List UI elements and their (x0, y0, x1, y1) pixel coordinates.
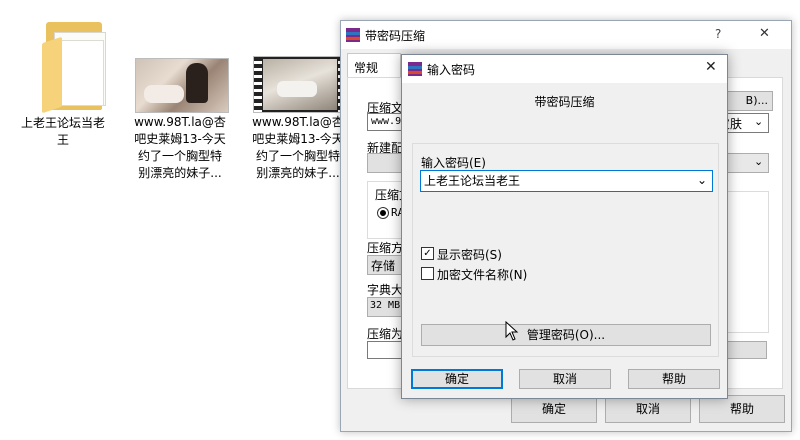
dictionary-size-select[interactable]: 32 MB (367, 297, 405, 317)
video-item-2[interactable]: www.98T.la@杏 吧史莱姆13-今天 约了一个胸型特 别漂亮的妹子... (243, 0, 353, 185)
video-label-line: 别漂亮的妹子... (256, 166, 340, 180)
archive-dialog-titlebar: 带密码压缩 ? ✕ (341, 21, 791, 49)
chevron-down-icon: ⌄ (754, 115, 764, 128)
folder-icon (8, 0, 118, 115)
chevron-down-icon: ⌄ (754, 155, 764, 168)
compression-method-select[interactable]: 存储 (367, 255, 405, 275)
help-icon[interactable]: ? (715, 27, 721, 41)
password-input-value: 上老王论坛当老王 (424, 174, 521, 188)
chevron-down-icon[interactable]: ⌄ (697, 170, 707, 190)
help-button[interactable]: 帮助 (699, 395, 785, 423)
video-label-line: 吧史莱姆13-今天 (252, 132, 344, 146)
video-thumbnail-icon (253, 56, 347, 113)
close-icon[interactable]: ✕ (759, 26, 770, 41)
tab-general[interactable]: 常规 (347, 53, 401, 78)
password-input[interactable]: 上老王论坛当老王 ⌄ (420, 170, 713, 192)
tab-general-label: 常规 (354, 61, 379, 75)
profile-combo[interactable] (367, 153, 405, 173)
dictionary-size-label: 字典大 (367, 283, 404, 297)
password-label: 输入密码(E) (421, 156, 486, 170)
password-dialog-titlebar: 输入密码 ✕ (402, 55, 727, 83)
video-label-line: www.98T.la@杏 (134, 115, 226, 129)
video-item-1[interactable]: www.98T.la@杏 吧史莱姆13-今天 约了一个胸型特 别漂亮的妹子... (125, 0, 235, 185)
winrar-icon (346, 28, 360, 42)
ok-button[interactable]: 确定 (511, 395, 597, 423)
folder-label: 上老王论坛当老 王 (8, 115, 118, 149)
password-dialog-title: 输入密码 (427, 63, 476, 77)
video-thumbnail-icon (135, 58, 229, 113)
show-password-checkbox[interactable]: ✓ (421, 247, 434, 260)
ok-button[interactable]: 确定 (411, 369, 503, 389)
encrypt-filenames-label: 加密文件名称(N) (437, 268, 528, 282)
rar-radio[interactable] (377, 207, 389, 219)
archive-dialog-title: 带密码压缩 (365, 29, 426, 43)
cancel-button[interactable]: 取消 (605, 395, 691, 423)
winrar-icon (408, 62, 422, 76)
folder-item[interactable]: 上老王论坛当老 王 (8, 0, 118, 150)
split-volumes-label: 压缩为 (367, 327, 404, 341)
video-label-line: www.98T.la@杏 (252, 115, 344, 129)
password-dialog-heading: 带密码压缩 (534, 95, 595, 109)
compression-method-label: 压缩方 (367, 241, 404, 255)
video-label-line: 吧史莱姆13-今天 (134, 132, 226, 146)
mouse-cursor-icon (505, 321, 519, 341)
video-label-2: www.98T.la@杏 吧史莱姆13-今天 约了一个胸型特 别漂亮的妹子... (243, 114, 353, 182)
folder-label-line: 王 (56, 133, 69, 147)
dictionary-size-value: 32 MB (370, 300, 401, 311)
folder-label-line: 上老王论坛当老 (20, 116, 105, 130)
manage-passwords-button[interactable]: 管理密码(O)... (421, 324, 711, 346)
video-label-1: www.98T.la@杏 吧史莱姆13-今天 约了一个胸型特 别漂亮的妹子... (125, 114, 235, 182)
help-button[interactable]: 帮助 (628, 369, 720, 389)
compression-method-value: 存储 (371, 259, 396, 273)
cancel-button[interactable]: 取消 (519, 369, 611, 389)
video-label-line: 别漂亮的妹子... (138, 166, 222, 180)
video-label-line: 约了一个胸型特 (255, 149, 340, 163)
show-password-label: 显示密码(S) (437, 248, 502, 262)
video-label-line: 约了一个胸型特 (137, 149, 222, 163)
close-icon[interactable]: ✕ (705, 59, 717, 75)
encrypt-filenames-checkbox[interactable] (421, 267, 434, 280)
enter-password-dialog: 输入密码 ✕ 带密码压缩 输入密码(E) 上老王论坛当老王 ⌄ ✓ 显示密码(S… (401, 54, 728, 399)
